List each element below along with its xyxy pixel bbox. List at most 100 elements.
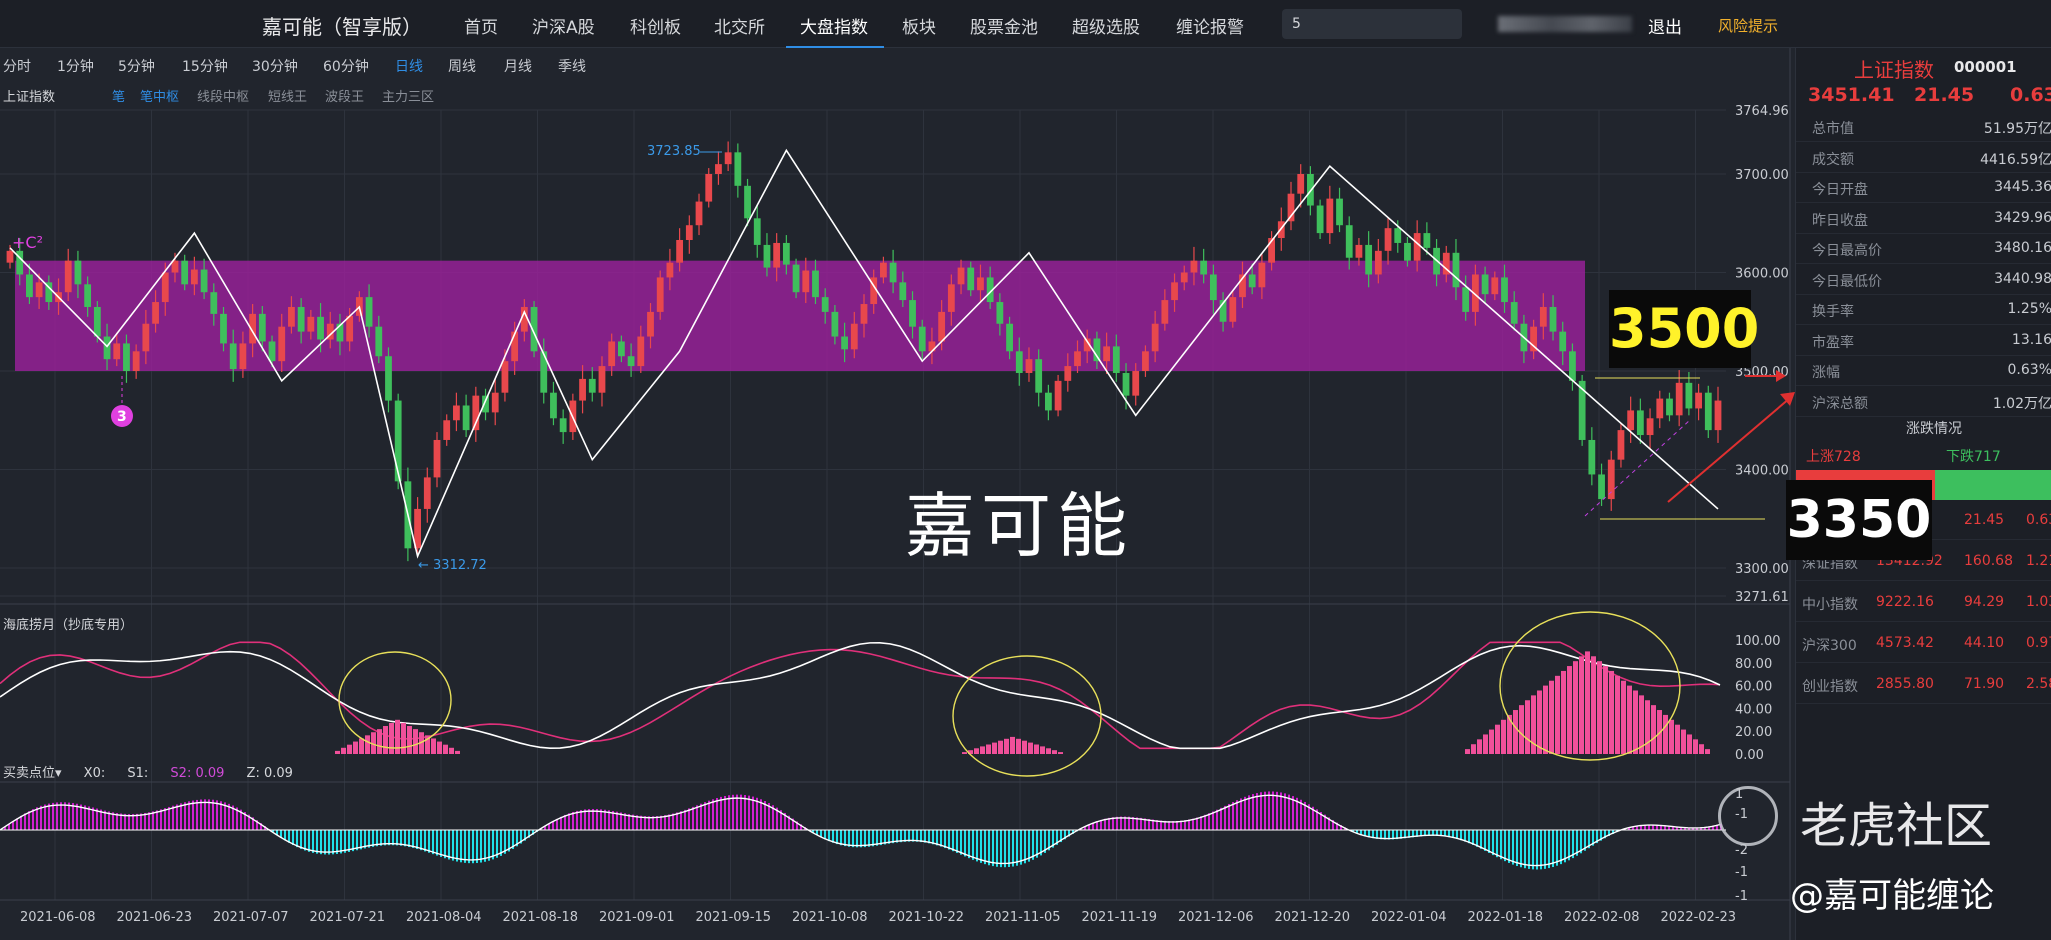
candle-body (1336, 198, 1343, 226)
macd-bar (412, 830, 414, 848)
candle-body (1656, 398, 1664, 419)
macd-bar (432, 830, 434, 855)
price-tick: 3600.00 (1735, 267, 1789, 282)
macd-bar (1248, 795, 1250, 830)
candle-body (1607, 459, 1615, 500)
macd-bar (452, 830, 454, 861)
macd-bar (844, 830, 846, 847)
candle-body (1636, 410, 1644, 436)
candle-body (181, 260, 189, 285)
macd-bar (1208, 813, 1210, 830)
macd-bar (1008, 830, 1010, 868)
candle-body (1326, 198, 1334, 234)
stat-row: 换手率 1.25% (1796, 295, 2051, 325)
index-row[interactable]: 中小指数 9222.16 94.29 1.03% (1796, 582, 2051, 622)
macd-bar (324, 830, 326, 855)
candle-body (103, 336, 111, 360)
sub1-bar (1663, 714, 1668, 754)
sub1-pink-line (0, 641, 1721, 750)
candle-body (161, 272, 169, 303)
sub1-bar (980, 746, 985, 754)
panel-price: 3451.41 (1808, 84, 1895, 106)
sub2-x0: X0: (83, 766, 106, 781)
sub1-white-line (0, 641, 1721, 750)
macd-bar (64, 802, 66, 830)
macd-bar (672, 813, 674, 830)
macd-bar (424, 830, 426, 852)
candle-body (453, 405, 460, 421)
index-name: 沪深300 (1802, 638, 1857, 654)
candle-body (724, 152, 732, 165)
macd-bar (1236, 800, 1238, 830)
date-tick: 2021-07-07 (213, 910, 289, 925)
candle-body (1161, 300, 1169, 324)
macd-bar (48, 803, 50, 830)
macd-bar (840, 830, 842, 846)
macd-bar (304, 830, 306, 851)
macd-bar (660, 815, 662, 830)
candle-body (35, 282, 43, 298)
macd-bar (436, 830, 438, 856)
sub1-tick: 0.00 (1735, 748, 1764, 763)
index-change-pct: 1.03% (2026, 594, 2051, 610)
stat-row: 涨幅 0.63% (1796, 356, 2051, 386)
macd-bar (656, 816, 658, 830)
macd-bar (600, 809, 602, 830)
stat-value: 13.16 (2011, 331, 2051, 348)
macd-bar (420, 830, 422, 851)
index-price: 9222.16 (1876, 594, 1934, 610)
macd-bar (1020, 830, 1022, 865)
candle-body (1404, 242, 1411, 261)
candle-body (1200, 260, 1208, 275)
stat-value: 3445.36 (1994, 179, 2051, 195)
macd-bar (1268, 791, 1270, 830)
macd-bar (712, 799, 714, 830)
index-row[interactable]: 创业指数 2855.80 71.90 2.58% (1796, 664, 2051, 704)
candle-body (288, 306, 295, 327)
macd-bar (728, 795, 730, 830)
candle-body (93, 306, 101, 337)
candle-body (1704, 392, 1712, 431)
macd-bar (468, 830, 470, 864)
macd-bar (1548, 830, 1550, 869)
sub1-bar (1621, 680, 1626, 754)
stat-label: 涨幅 (1812, 365, 1840, 381)
sub1-bar (1675, 724, 1680, 754)
stat-row: 成交额 4416.59亿 (1796, 143, 2051, 173)
macd-bar (940, 830, 942, 847)
candle-body (880, 262, 887, 278)
macd-bar (856, 830, 858, 848)
macd-bar (1028, 830, 1030, 862)
sub1-bar (1585, 651, 1590, 754)
sub1-bar (1645, 700, 1650, 754)
candle-body (482, 395, 489, 413)
index-name: 中小指数 (1802, 597, 1858, 613)
candle-body (1549, 306, 1557, 332)
sub1-bar (974, 748, 979, 754)
macd-bar (852, 830, 854, 848)
macd-bar (192, 800, 194, 830)
macd-bar (576, 810, 578, 830)
sub2-buy-sell-dropdown[interactable]: 买卖点位▾ (3, 766, 62, 781)
candle-body (947, 284, 955, 312)
macd-bar (1264, 791, 1266, 830)
stat-value: 0.63% (2007, 362, 2051, 378)
date-tick: 2021-08-18 (503, 910, 579, 925)
tiger-community-watermark: 老虎社区 (1800, 798, 1993, 854)
price-tick: 3271.61 (1735, 590, 1789, 605)
sub1-bar (407, 726, 412, 754)
sub1-bar (383, 726, 388, 754)
macd-bar (132, 814, 134, 830)
sub1-bar (1693, 739, 1698, 754)
index-row[interactable]: 沪深300 4573.42 44.10 0.97% (1796, 623, 2051, 663)
candle-body (1297, 173, 1305, 194)
macd-bar (1232, 802, 1234, 830)
candle-body (899, 282, 907, 301)
stat-value: 3480.16 (1994, 240, 2051, 256)
annotation-3500: 3500 (1609, 290, 1759, 368)
candle-body (394, 400, 402, 482)
macd-bar (1536, 830, 1538, 870)
macd-bar (52, 802, 54, 830)
macd-bar (668, 814, 670, 830)
date-tick: 2021-11-19 (1082, 910, 1158, 925)
